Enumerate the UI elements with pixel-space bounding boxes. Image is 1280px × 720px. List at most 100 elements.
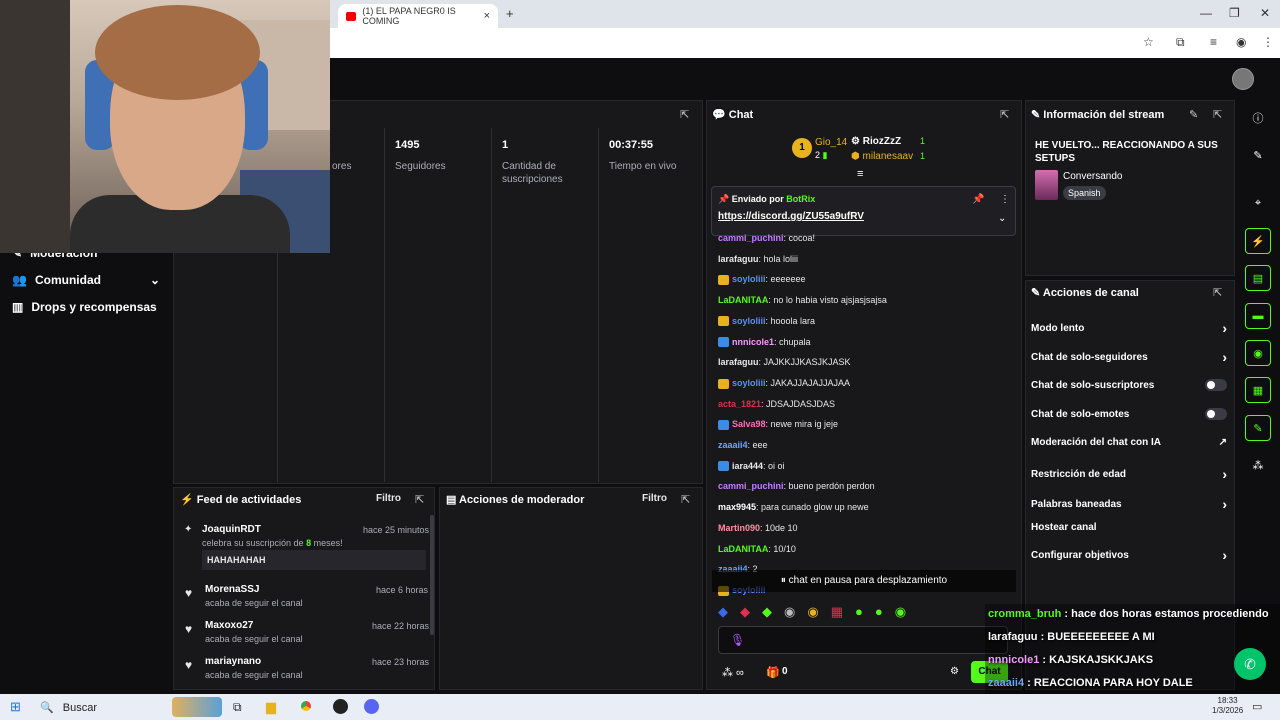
browser-tab[interactable]: (1) EL PAPA NEGR0 IS COMING ×: [338, 4, 498, 28]
layout-icon[interactable]: ▦: [1245, 377, 1271, 403]
more-icon[interactable]: ⋮: [1000, 194, 1010, 205]
chat-username[interactable]: nnnicole1: [732, 337, 774, 347]
action-slow-mode[interactable]: Modo lento ›: [1031, 320, 1227, 336]
expand-icon[interactable]: ⇱: [1213, 108, 1222, 121]
stream-category[interactable]: Conversando: [1063, 171, 1122, 182]
notifications-icon[interactable]: ▭: [1252, 700, 1262, 713]
document-icon[interactable]: ▤: [1245, 265, 1271, 291]
chevron-down-icon[interactable]: ⌄: [998, 213, 1006, 224]
profile-icon[interactable]: ◉: [1236, 35, 1246, 49]
feed-item-name[interactable]: Maxoxo27: [205, 620, 253, 631]
menu-icon[interactable]: ⋮: [1262, 35, 1274, 49]
feed-item-name[interactable]: mariaynano: [205, 656, 261, 667]
scrollbar[interactable]: [430, 515, 434, 635]
media-icon[interactable]: ≡: [1210, 35, 1217, 49]
minimize-icon[interactable]: —: [1200, 6, 1212, 20]
chat-username[interactable]: soyloliii: [732, 378, 766, 388]
avatar[interactable]: [1232, 68, 1254, 90]
feed-item-name[interactable]: JoaquinRDT: [202, 524, 261, 535]
chat-username[interactable]: LaDANITAA: [718, 544, 768, 554]
pinned-link[interactable]: https://discord.gg/ZU55a9ufRV: [718, 211, 864, 222]
action-followers-only[interactable]: Chat de solo-seguidores ›: [1031, 349, 1227, 365]
pencil-icon[interactable]: ✎: [1245, 142, 1271, 168]
subs-only-toggle[interactable]: [1205, 379, 1227, 391]
emote-icon[interactable]: ●: [855, 604, 863, 622]
settings-icon[interactable]: ⚙: [950, 666, 959, 677]
emote-icon[interactable]: ●: [875, 604, 883, 622]
task-view-icon[interactable]: ⧉: [233, 700, 242, 715]
action-subs-only[interactable]: Chat de solo-suscriptores: [1031, 379, 1227, 391]
chat-bubble-icon[interactable]: ▬: [1245, 303, 1271, 329]
feed-filter-button[interactable]: Filtro: [376, 493, 401, 504]
sidebar-item-community[interactable]: 👥 Comunidad ⌄: [12, 273, 160, 287]
chat-paused-banner[interactable]: ⏸ chat en pausa para desplazamiento: [712, 570, 1016, 592]
chat-username[interactable]: soyloliii: [732, 274, 766, 284]
points-icon[interactable]: ⁂ ∞: [722, 666, 744, 679]
chat-username[interactable]: cammi_puchini: [718, 481, 784, 491]
leader-name[interactable]: Gio_14: [815, 137, 847, 148]
new-tab-button[interactable]: +: [506, 6, 514, 21]
focus-icon[interactable]: ⌖: [1245, 190, 1271, 216]
expand-icon[interactable]: ⇱: [680, 108, 689, 121]
info-icon[interactable]: ⓘ: [1245, 105, 1271, 131]
expand-icon[interactable]: ⇱: [1213, 286, 1222, 299]
chat-username[interactable]: larafaguu: [718, 254, 759, 264]
action-age-restriction[interactable]: Restricción de edad ›: [1031, 466, 1227, 482]
chat-username[interactable]: soyloliii: [732, 316, 766, 326]
chat-input[interactable]: [718, 626, 1008, 654]
action-emotes-only[interactable]: Chat de solo-emotes: [1031, 408, 1227, 420]
taskbar-search[interactable]: 🔍 Buscar: [40, 701, 97, 714]
close-tab-icon[interactable]: ×: [484, 10, 490, 22]
chat-username[interactable]: Salva98: [732, 419, 766, 429]
emote-bar[interactable]: ◆ ◆ ◆ ◉ ◉ ▦ ● ● ◉: [718, 604, 1008, 622]
bookmark-star-icon[interactable]: ☆: [1143, 35, 1154, 49]
sidebar-item-drops[interactable]: ▥ Drops y recompensas: [12, 300, 157, 314]
restore-icon[interactable]: ❐: [1229, 6, 1240, 20]
emote-icon[interactable]: ◆: [718, 604, 728, 622]
windows-start-icon[interactable]: ⊞: [10, 699, 21, 715]
action-goals[interactable]: Configurar objetivos ›: [1031, 547, 1227, 563]
discord-icon[interactable]: [364, 699, 379, 714]
chat-username[interactable]: cammi_puchini: [718, 233, 784, 243]
expand-icon[interactable]: ⇱: [681, 493, 690, 506]
action-host-channel[interactable]: Hostear canal: [1031, 522, 1227, 533]
mod-filter-button[interactable]: Filtro: [642, 493, 667, 504]
expand-icon[interactable]: ⇱: [415, 493, 424, 506]
action-ai-moderation[interactable]: Moderación del chat con IA ↗: [1031, 437, 1227, 448]
taskbar-clock[interactable]: 18:33 1/3/2026: [1212, 696, 1243, 716]
file-explorer-icon[interactable]: ▆: [266, 699, 276, 715]
microphone-icon[interactable]: 🎙: [730, 633, 745, 647]
widget-icon[interactable]: [172, 697, 222, 717]
chat-username[interactable]: max9945: [718, 502, 756, 512]
chat-username[interactable]: LaDANITAA: [718, 295, 768, 305]
chat-username[interactable]: Martin090: [718, 523, 760, 533]
chrome-icon[interactable]: [298, 698, 314, 714]
edit-icon[interactable]: ✎: [1189, 108, 1198, 121]
lightning-icon[interactable]: ⚡: [1245, 228, 1271, 254]
obs-icon[interactable]: [333, 699, 348, 714]
broadcast-icon[interactable]: ◉: [1245, 340, 1271, 366]
emote-icon[interactable]: ◉: [807, 604, 818, 622]
wrench-icon[interactable]: ✎: [1245, 415, 1271, 441]
chat-username[interactable]: zaaaii4: [718, 440, 748, 450]
chat-username[interactable]: iara444: [732, 461, 763, 471]
emote-icon[interactable]: ◆: [762, 604, 772, 622]
emote-icon[interactable]: ◉: [895, 604, 906, 622]
close-window-icon[interactable]: ✕: [1260, 6, 1270, 20]
chat-username[interactable]: larafaguu: [718, 357, 759, 367]
emotes-only-toggle[interactable]: [1205, 408, 1227, 420]
action-banned-words[interactable]: Palabras baneadas ›: [1031, 496, 1227, 512]
emote-icon[interactable]: ◉: [784, 604, 795, 622]
whatsapp-icon[interactable]: ✆: [1234, 648, 1266, 680]
extensions-icon[interactable]: ⧉: [1176, 35, 1185, 50]
expand-icon[interactable]: ⇱: [1000, 108, 1009, 121]
chat-username[interactable]: acta_1821: [718, 399, 761, 409]
emote-icon[interactable]: ▦: [831, 604, 843, 622]
collapse-icon[interactable]: ≡: [857, 168, 863, 180]
feed-item-name[interactable]: MorenaSSJ: [205, 584, 259, 595]
gift-icon[interactable]: 🎁: [766, 666, 780, 679]
pin-icon[interactable]: 📌: [972, 194, 984, 205]
community-icon[interactable]: ⁂: [1245, 452, 1271, 478]
leader-name[interactable]: ⬢ milanesaav: [851, 151, 913, 162]
leader-name[interactable]: ⚙ RiozZzZ: [851, 136, 901, 147]
